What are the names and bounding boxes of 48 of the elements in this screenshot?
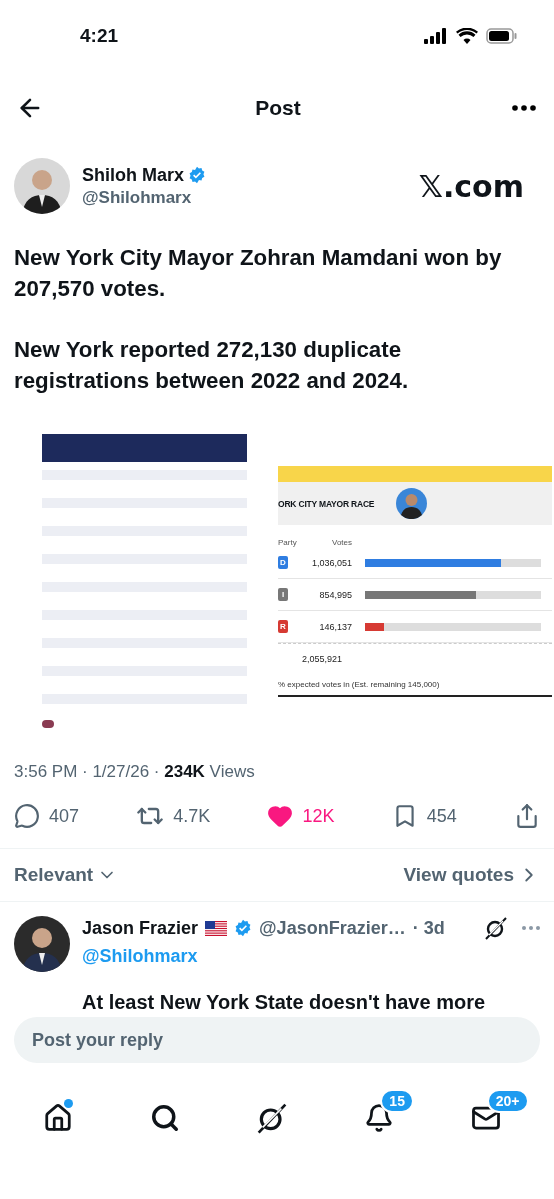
bookmark-button[interactable]: 454 xyxy=(391,803,457,829)
post-text: New York City Mayor Zohran Mamdani won by 207,570 votes. xyxy=(14,244,503,303)
reply-avatar xyxy=(14,916,70,972)
party-badge: R xyxy=(278,620,288,633)
like-button[interactable]: 12K xyxy=(267,803,335,829)
reply-field[interactable]: Post your reply xyxy=(14,1017,540,1063)
home-icon xyxy=(43,1103,74,1133)
reply-author-name[interactable]: Jason Frazier xyxy=(82,917,199,939)
author-name[interactable]: Shiloh Marx xyxy=(82,164,184,186)
view-quotes-link[interactable]: View quotes xyxy=(403,864,540,886)
party-badge: D xyxy=(278,556,288,569)
post-meta: 3:56 PM · 1/27/26 · 234K Views xyxy=(13,761,256,783)
signal-icon xyxy=(424,28,448,44)
more-button[interactable] xyxy=(512,105,536,111)
repost-button[interactable]: 4.7K xyxy=(136,802,211,830)
slashed-circle-icon[interactable] xyxy=(484,916,508,940)
column-header: Party xyxy=(278,538,298,547)
battery-icon xyxy=(486,28,518,44)
page-title: Post xyxy=(255,96,301,120)
vote-count: 854,995 xyxy=(318,589,352,600)
total-votes: 2,055,921 xyxy=(300,653,342,664)
site-label: 𝕏.com xyxy=(418,168,524,204)
count-badge: 20+ xyxy=(486,1089,529,1113)
vote-count: 146,137 xyxy=(318,621,352,632)
vote-count: 1,036,051 xyxy=(310,557,352,568)
author-handle[interactable]: @Shilohmarx xyxy=(82,187,419,208)
expected-votes-note: % expected votes in (Est. remaining 145,000) xyxy=(278,673,552,697)
reply-button[interactable]: 407 xyxy=(14,803,80,829)
slashed-circle-icon[interactable] xyxy=(255,1102,288,1134)
reply-age: · 3d xyxy=(412,917,445,939)
author-avatar xyxy=(14,158,70,214)
candidate-avatar xyxy=(396,488,428,519)
wifi-icon xyxy=(456,28,478,44)
heart-icon xyxy=(267,803,294,829)
search-icon xyxy=(149,1103,180,1133)
status-time: 4:21 xyxy=(80,25,119,47)
more-icon xyxy=(512,105,536,111)
sort-dropdown[interactable]: Relevant xyxy=(14,864,118,886)
post-text: New York reported 272,130 duplicate registrations between 2022 and 2024. xyxy=(14,336,410,395)
flag-icon xyxy=(205,920,228,936)
race-title: ORK CITY MAYOR RACE xyxy=(278,498,375,509)
reply-icon xyxy=(14,803,40,829)
reply-handle[interactable]: @JasonFrazier… xyxy=(259,917,406,939)
reply-text: At least New York State doesn't have more xyxy=(82,991,487,1014)
party-badge: I xyxy=(278,588,288,601)
column-header: Votes xyxy=(331,538,352,547)
more-icon[interactable] xyxy=(522,926,540,930)
count-badge: 15 xyxy=(380,1089,414,1113)
